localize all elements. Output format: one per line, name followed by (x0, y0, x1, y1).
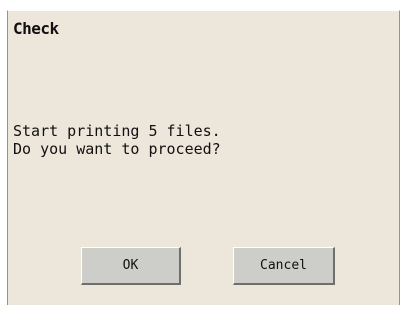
message-line-2: Do you want to proceed? (13, 140, 221, 158)
message-line-1: Start printing 5 files. (13, 122, 221, 140)
dialog-message: Start printing 5 files. Do you want to p… (13, 122, 221, 158)
dialog-title: Check (13, 19, 59, 38)
cancel-button[interactable]: Cancel (233, 247, 335, 285)
confirm-dialog: Check Start printing 5 files. Do you wan… (7, 10, 400, 305)
ok-button[interactable]: OK (81, 247, 181, 285)
